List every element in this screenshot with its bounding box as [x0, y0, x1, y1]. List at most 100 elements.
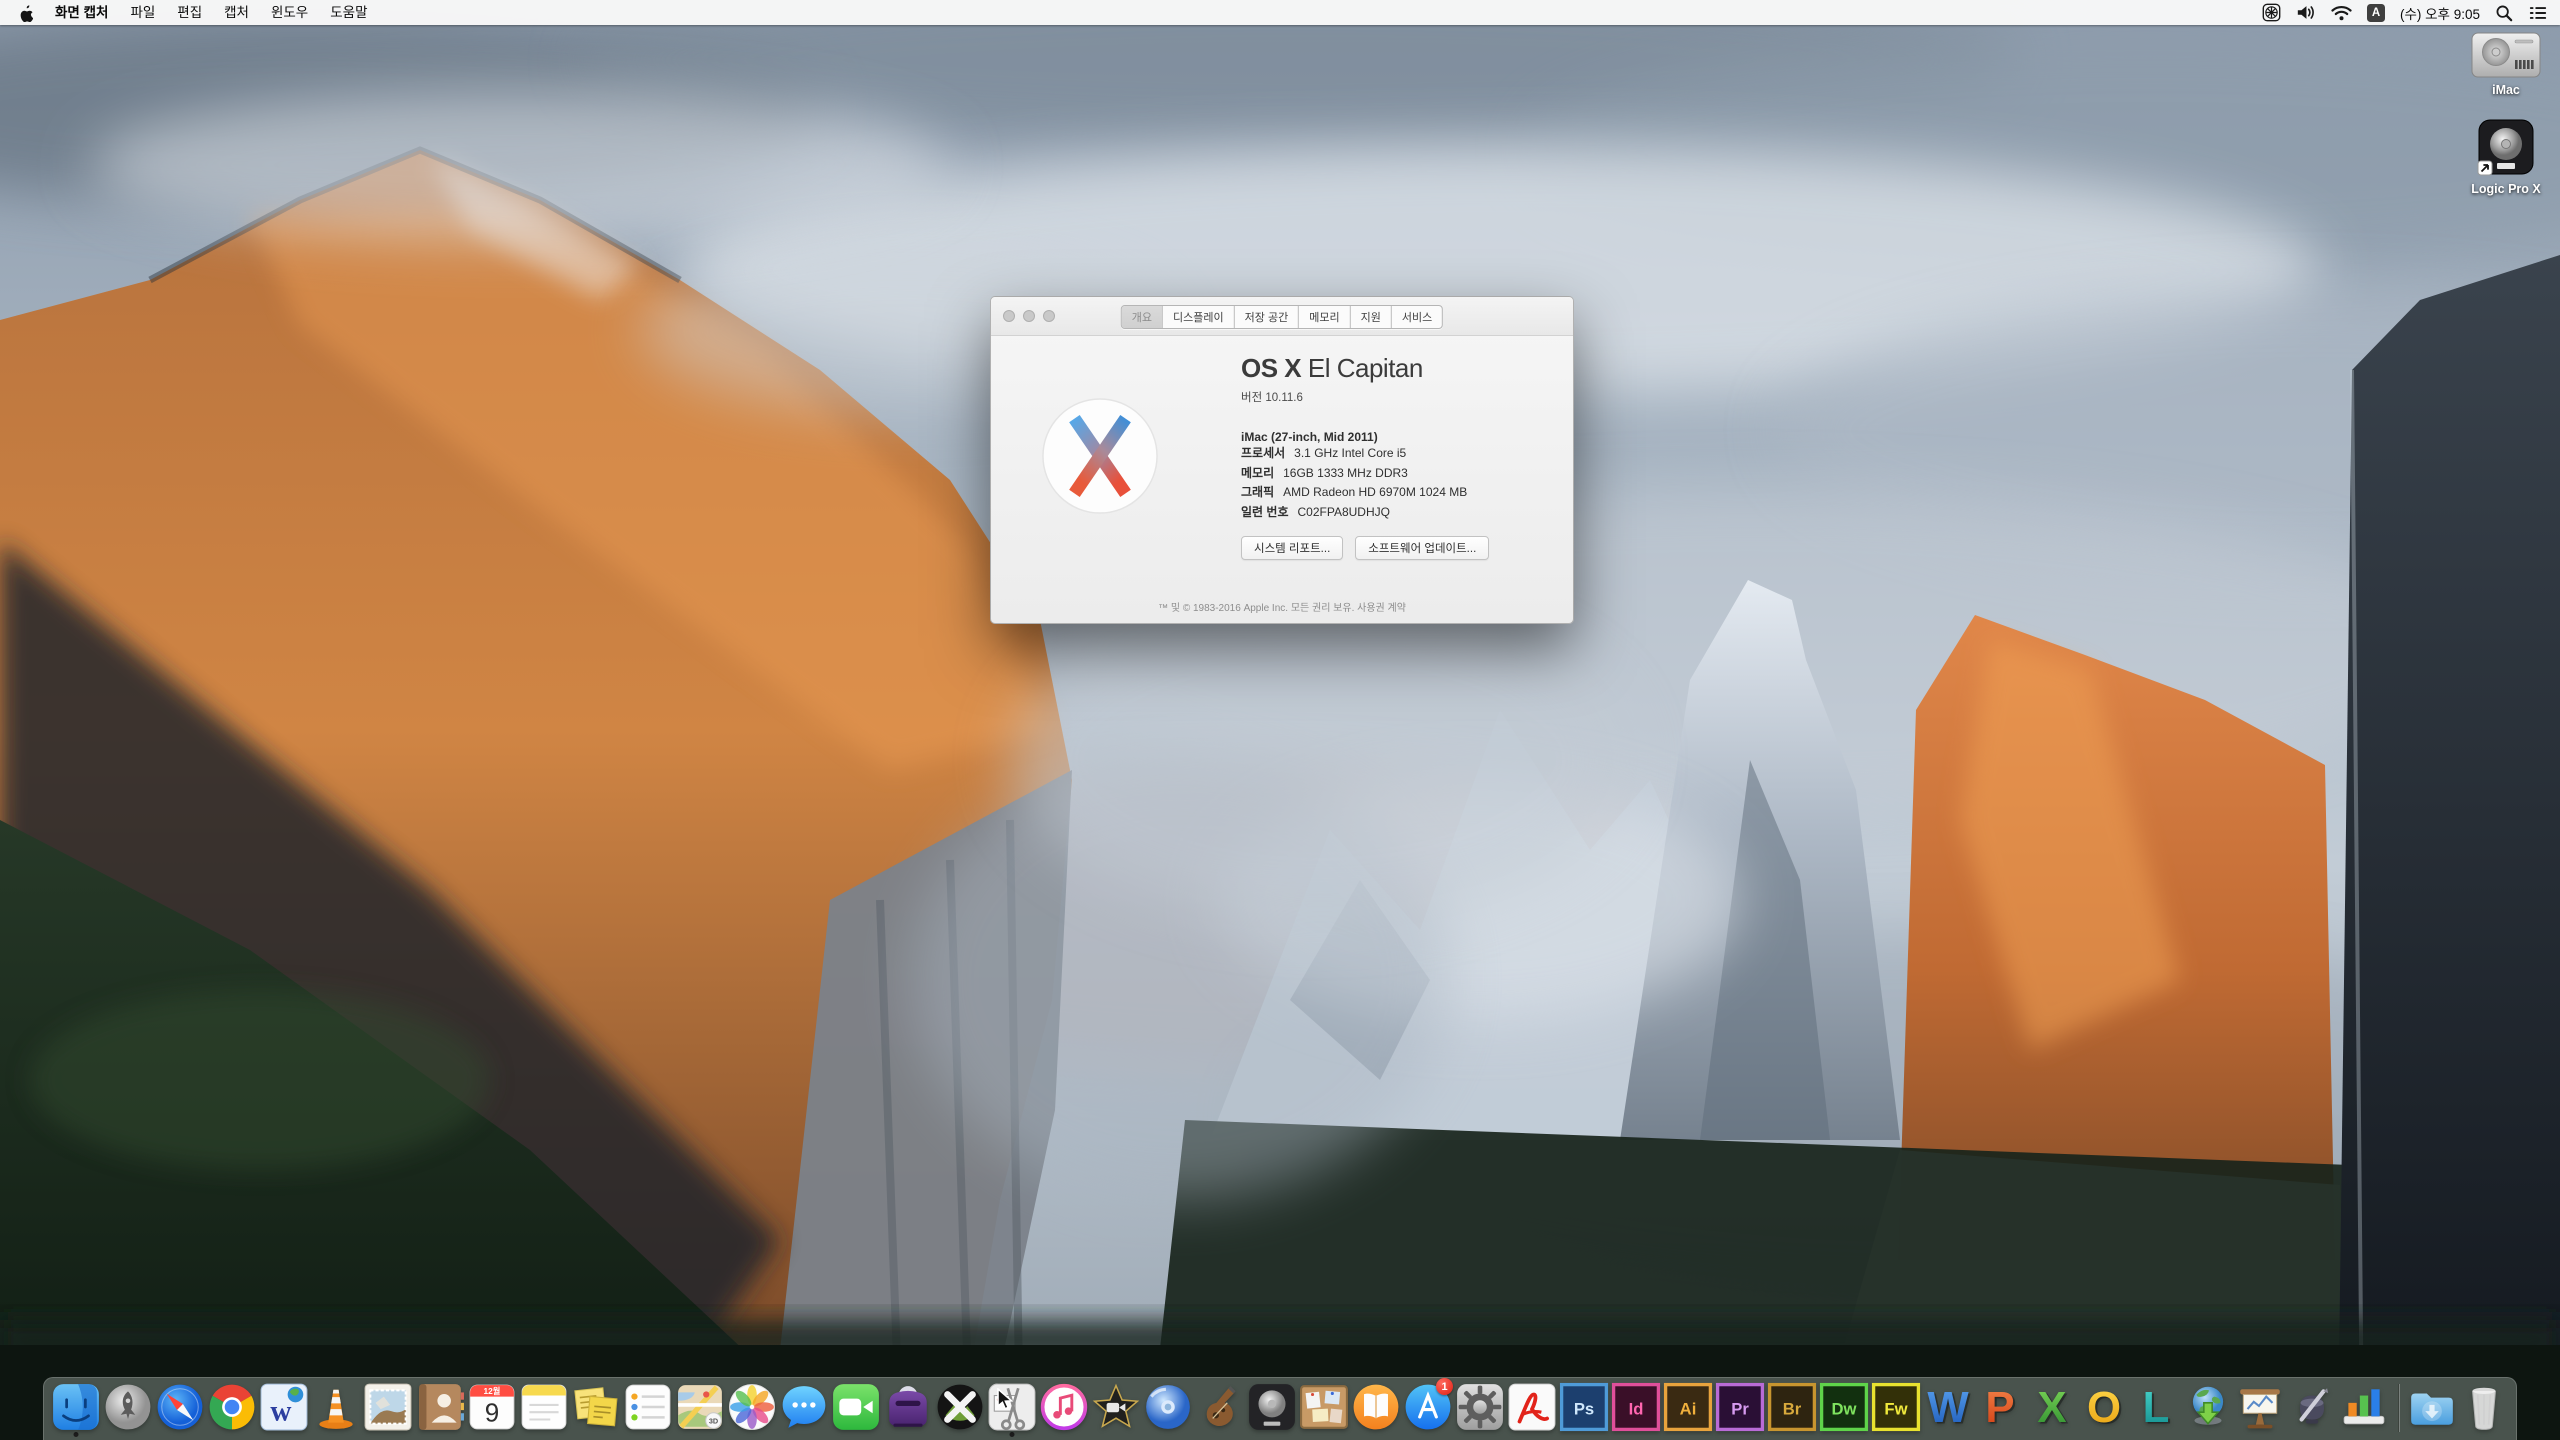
dock-item-messages[interactable] [778, 1378, 830, 1438]
dock-item-fireworks[interactable]: Fw [1870, 1378, 1922, 1438]
spotlight-icon[interactable] [2495, 4, 2513, 22]
os-version: 버전 10.11.6 [1241, 389, 1551, 405]
dock-item-calendar[interactable]: 12월9 [466, 1378, 518, 1438]
dock-item-finder[interactable] [50, 1378, 102, 1438]
desktop-icon-hard-drive[interactable]: iMac [2471, 32, 2541, 97]
svg-text:w: w [270, 1396, 291, 1428]
dock-item-itunes[interactable] [1038, 1378, 1090, 1438]
close-button[interactable] [1003, 310, 1015, 322]
menu-item-3[interactable]: 캡처 [213, 0, 260, 25]
dock-item-premiere[interactable]: Pr [1714, 1378, 1766, 1438]
minimize-button[interactable] [1023, 310, 1035, 322]
wallpaper-el-capitan [0, 0, 2560, 1440]
dock-item-excel[interactable]: XX [2026, 1378, 2078, 1438]
menu-clock[interactable]: (수) 오후 9:05 [2400, 3, 2480, 23]
acrobat-icon [1507, 1382, 1557, 1432]
dock-item-separator [2390, 1378, 2406, 1438]
dock-item-safari[interactable] [154, 1378, 206, 1438]
tab-5[interactable]: 서비스 [1392, 306, 1442, 328]
dock-item-idvd[interactable] [1142, 1378, 1194, 1438]
notification-center-icon[interactable] [2528, 4, 2548, 22]
desktop-icon-logic-pro-alias[interactable]: Logic Pro X [2471, 117, 2540, 196]
dock-item-keynote[interactable] [2234, 1378, 2286, 1438]
dock-item-facetime[interactable] [830, 1378, 882, 1438]
toast-icon [883, 1382, 933, 1432]
launchpad-icon [103, 1382, 153, 1432]
app-store-badge: 1 [1436, 1378, 1453, 1395]
apple-menu-icon[interactable] [12, 4, 38, 22]
menu-item-2[interactable]: 편집 [166, 0, 213, 25]
tab-1[interactable]: 디스플레이 [1163, 306, 1235, 328]
dock-item-notes[interactable] [518, 1378, 570, 1438]
tab-4[interactable]: 지원 [1351, 306, 1392, 328]
about-info: OS X El Capitan 버전 10.11.6 iMac (27-inch… [1241, 353, 1551, 560]
about-this-mac-window: 개요디스플레이저장 공간메모리지원서비스 OS X El Capitan 버전 … [990, 296, 1574, 624]
input-source-badge[interactable]: A [2367, 4, 2385, 22]
stickies-icon [571, 1382, 621, 1432]
software-update-button[interactable]: 소프트웨어 업데이트... [1355, 536, 1489, 560]
tab-2[interactable]: 저장 공간 [1235, 306, 1300, 328]
dock-item-word[interactable]: WW [1922, 1378, 1974, 1438]
numbers-icon [2339, 1382, 2389, 1432]
tab-0[interactable]: 개요 [1122, 306, 1163, 328]
dock-item-webhard[interactable]: w [258, 1378, 310, 1438]
outlook-icon: OO [2079, 1382, 2129, 1432]
dock-item-outlook[interactable]: OO [2078, 1378, 2130, 1438]
dock-item-trash[interactable] [2458, 1378, 2510, 1438]
dock-item-launchpad[interactable] [102, 1378, 154, 1438]
dock-item-app-store[interactable]: 1 [1402, 1378, 1454, 1438]
dock-item-logic-pro[interactable] [1246, 1378, 1298, 1438]
svg-text:Ps: Ps [1574, 1399, 1594, 1418]
capture-status-icon[interactable] [2262, 3, 2281, 22]
tab-3[interactable]: 메모리 [1299, 306, 1350, 328]
dock-item-contacts[interactable] [414, 1378, 466, 1438]
dock-item-numbers[interactable] [2338, 1378, 2390, 1438]
dock-item-downloads-folder[interactable] [2406, 1378, 2458, 1438]
traffic-lights [1003, 310, 1055, 322]
dock-item-downloader[interactable] [2182, 1378, 2234, 1438]
dock-item-imovie[interactable] [1090, 1378, 1142, 1438]
facetime-icon [831, 1382, 881, 1432]
dock-item-acrobat[interactable] [1506, 1378, 1558, 1438]
system-preferences-icon [1455, 1382, 1505, 1432]
dock-item-xee[interactable] [934, 1378, 986, 1438]
dock-item-toast[interactable] [882, 1378, 934, 1438]
dock-item-photos[interactable] [726, 1378, 778, 1438]
dock-item-powerpoint[interactable]: PP [1974, 1378, 2026, 1438]
dock-item-lync[interactable]: LL [2130, 1378, 2182, 1438]
dock-item-bridge[interactable]: Br [1766, 1378, 1818, 1438]
window-titlebar[interactable]: 개요디스플레이저장 공간메모리지원서비스 [991, 297, 1573, 336]
imovie-icon [1091, 1382, 1141, 1432]
dock-item-dreamweaver[interactable]: Dw [1818, 1378, 1870, 1438]
dock-item-system-preferences[interactable] [1454, 1378, 1506, 1438]
dock-item-stickies[interactable] [570, 1378, 622, 1438]
dock-item-indesign[interactable]: Id [1610, 1378, 1662, 1438]
dock-item-mail[interactable] [362, 1378, 414, 1438]
svg-text:Id: Id [1629, 1399, 1644, 1418]
logic-pro-icon [1247, 1382, 1297, 1432]
dock-item-pages[interactable] [2286, 1378, 2338, 1438]
notes-icon [519, 1382, 569, 1432]
menu-item-1[interactable]: 파일 [119, 0, 166, 25]
spec-row-2: 그래픽AMD Radeon HD 6970M 1024 MB [1241, 483, 1551, 503]
system-report-button[interactable]: 시스템 리포트... [1241, 536, 1343, 560]
illustrator-icon: Ai [1663, 1382, 1713, 1432]
os-title: OS X El Capitan [1241, 353, 1551, 383]
dock-item-corkboard[interactable] [1298, 1378, 1350, 1438]
volume-icon[interactable] [2296, 4, 2316, 21]
wifi-icon[interactable] [2331, 5, 2352, 21]
dock-item-vlc[interactable] [310, 1378, 362, 1438]
menu-item-0[interactable]: 화면 캡처 [44, 0, 119, 25]
zoom-button[interactable] [1043, 310, 1055, 322]
dock-item-photoshop[interactable]: Ps [1558, 1378, 1610, 1438]
dock-item-illustrator[interactable]: Ai [1662, 1378, 1714, 1438]
dock-item-reminders[interactable] [622, 1378, 674, 1438]
dock-item-garageband[interactable] [1194, 1378, 1246, 1438]
dock-item-chrome[interactable] [206, 1378, 258, 1438]
dock-item-ibooks[interactable] [1350, 1378, 1402, 1438]
spec-row-0: 프로세서3.1 GHz Intel Core i5 [1241, 444, 1551, 464]
menu-item-5[interactable]: 도움말 [319, 0, 378, 25]
menu-item-4[interactable]: 윈도우 [260, 0, 319, 25]
dock-item-maps[interactable]: 3D [674, 1378, 726, 1438]
dock: w 12월9 3D 1 Ps Id AiPrBrDwFwWWPPXXOOLL [43, 1377, 2517, 1440]
